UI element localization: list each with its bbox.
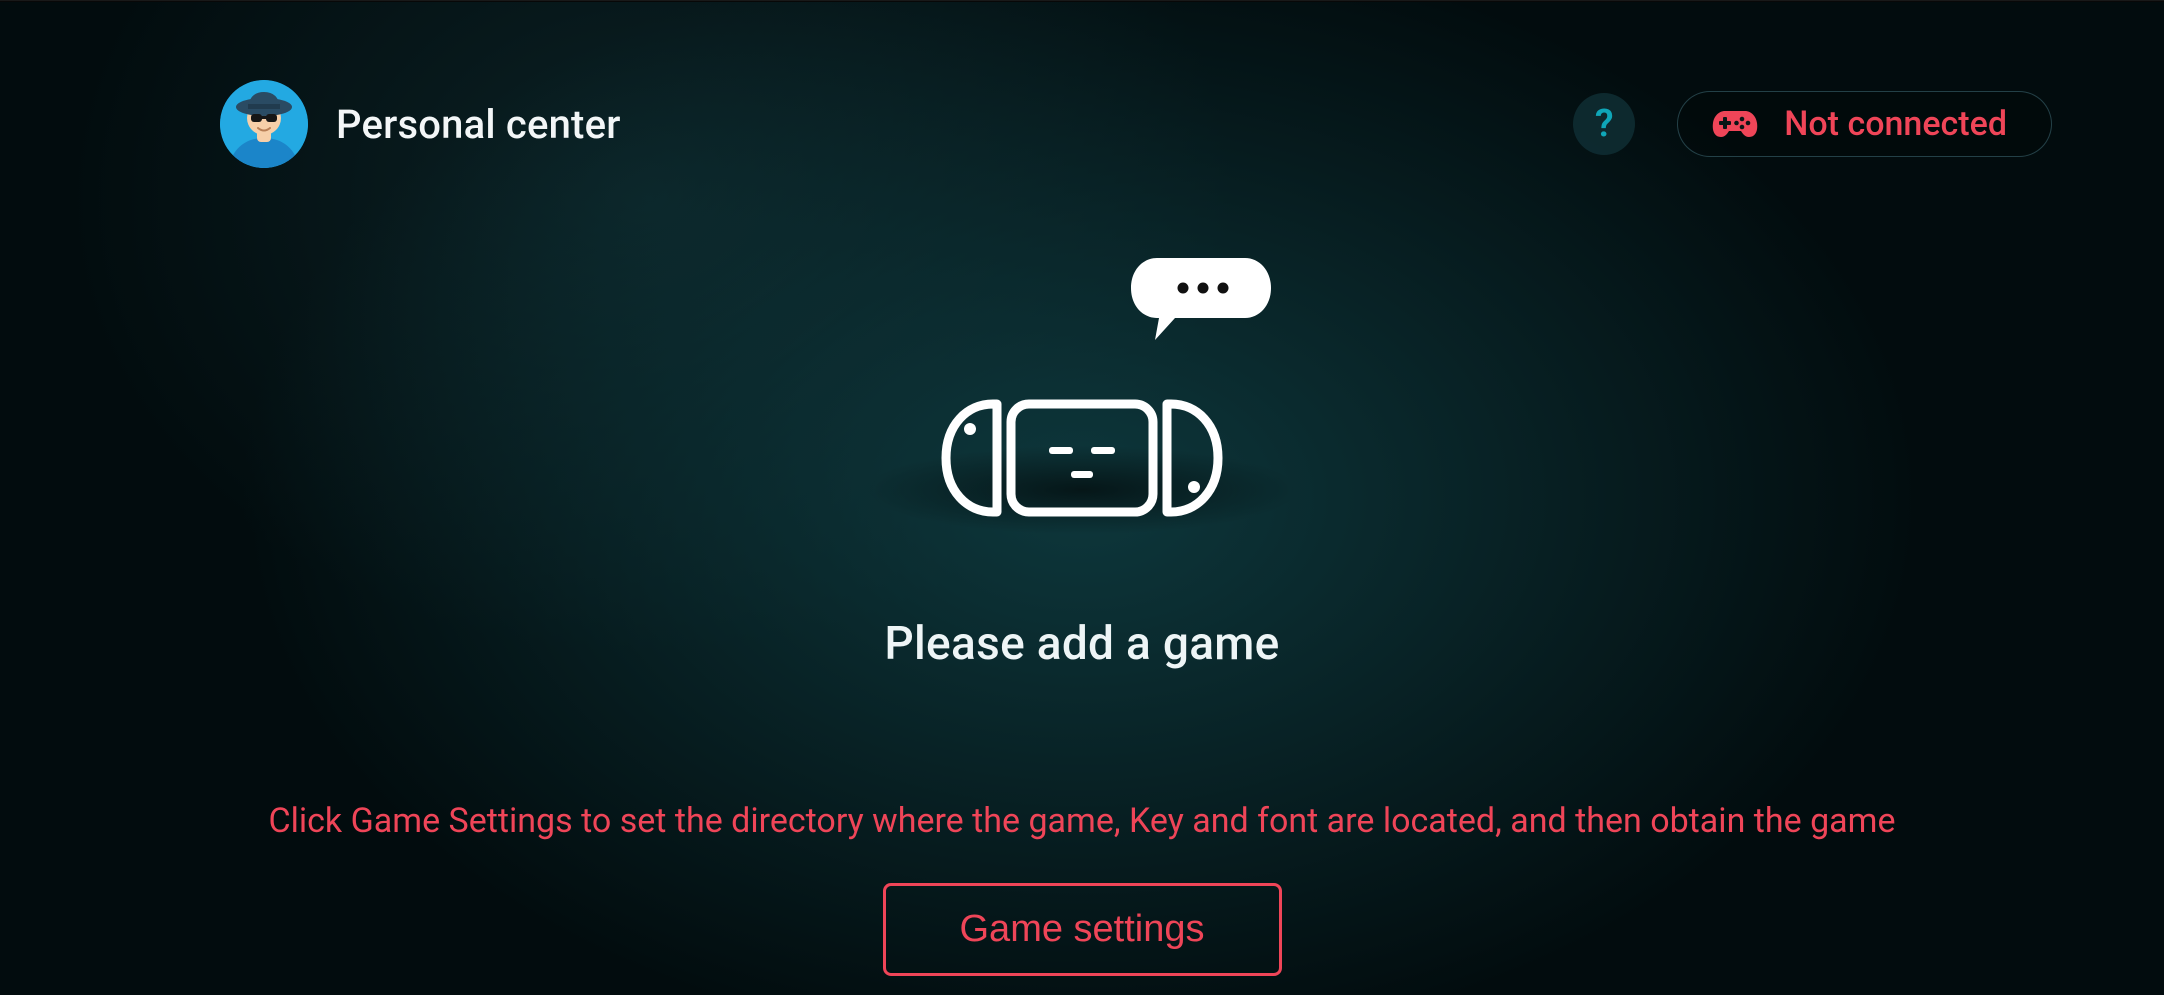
header-bar: Personal center ? Not connected: [220, 80, 2052, 168]
connection-status-label: Not connected: [1784, 104, 2007, 144]
speech-bubble-icon: [1131, 258, 1271, 348]
top-divider: [0, 0, 2164, 2]
game-settings-button[interactable]: Game settings: [883, 883, 1282, 976]
help-icon: ?: [1595, 102, 1614, 146]
help-button[interactable]: ?: [1573, 93, 1635, 155]
gamepad-icon: [1712, 108, 1758, 140]
header-left-group: Personal center: [220, 80, 621, 168]
connection-status-pill[interactable]: Not connected: [1677, 91, 2052, 157]
empty-state-heading: Please add a game: [884, 617, 1279, 671]
header-right-group: ? Not connected: [1573, 91, 2052, 157]
empty-state-instruction: Click Game Settings to set the directory…: [268, 799, 1895, 843]
empty-illustration: [862, 265, 1302, 545]
empty-state: Please add a game Click Game Settings to…: [0, 265, 2164, 976]
switch-console-icon: [939, 399, 1225, 517]
avatar[interactable]: [220, 80, 308, 168]
avatar-icon: [220, 80, 308, 168]
page-title: Personal center: [336, 101, 621, 148]
